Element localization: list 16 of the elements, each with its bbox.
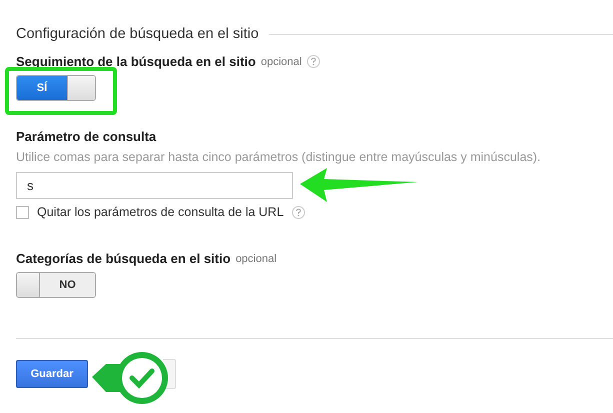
hint-text: Utilice comas para separar hasta cinco parámetros (distingue entre mayúsculas y minúsculas). [16, 150, 542, 164]
help-icon[interactable] [292, 206, 305, 218]
toggle-switch[interactable]: NO [16, 272, 96, 298]
field-label: Categorías de búsqueda en el sitio [16, 251, 231, 266]
field-label: Parámetro de consulta [16, 129, 156, 144]
field-label: Seguimiento de la búsqueda en el sitio [16, 54, 256, 69]
checkbox[interactable] [16, 206, 29, 218]
check-badge-icon [92, 350, 168, 406]
checkbox-label: Quitar los parámetros de consulta de la URL [37, 205, 284, 219]
input-field[interactable]: s [16, 172, 293, 199]
section-title: Configuración de búsqueda en el sitio [16, 26, 259, 42]
optional-note: opcional [260, 56, 302, 68]
help-icon[interactable] [306, 55, 320, 68]
save-button[interactable]: Guardar [16, 360, 88, 388]
toggle-switch[interactable]: SÍ [16, 75, 96, 101]
optional-note: opcional [236, 252, 277, 264]
